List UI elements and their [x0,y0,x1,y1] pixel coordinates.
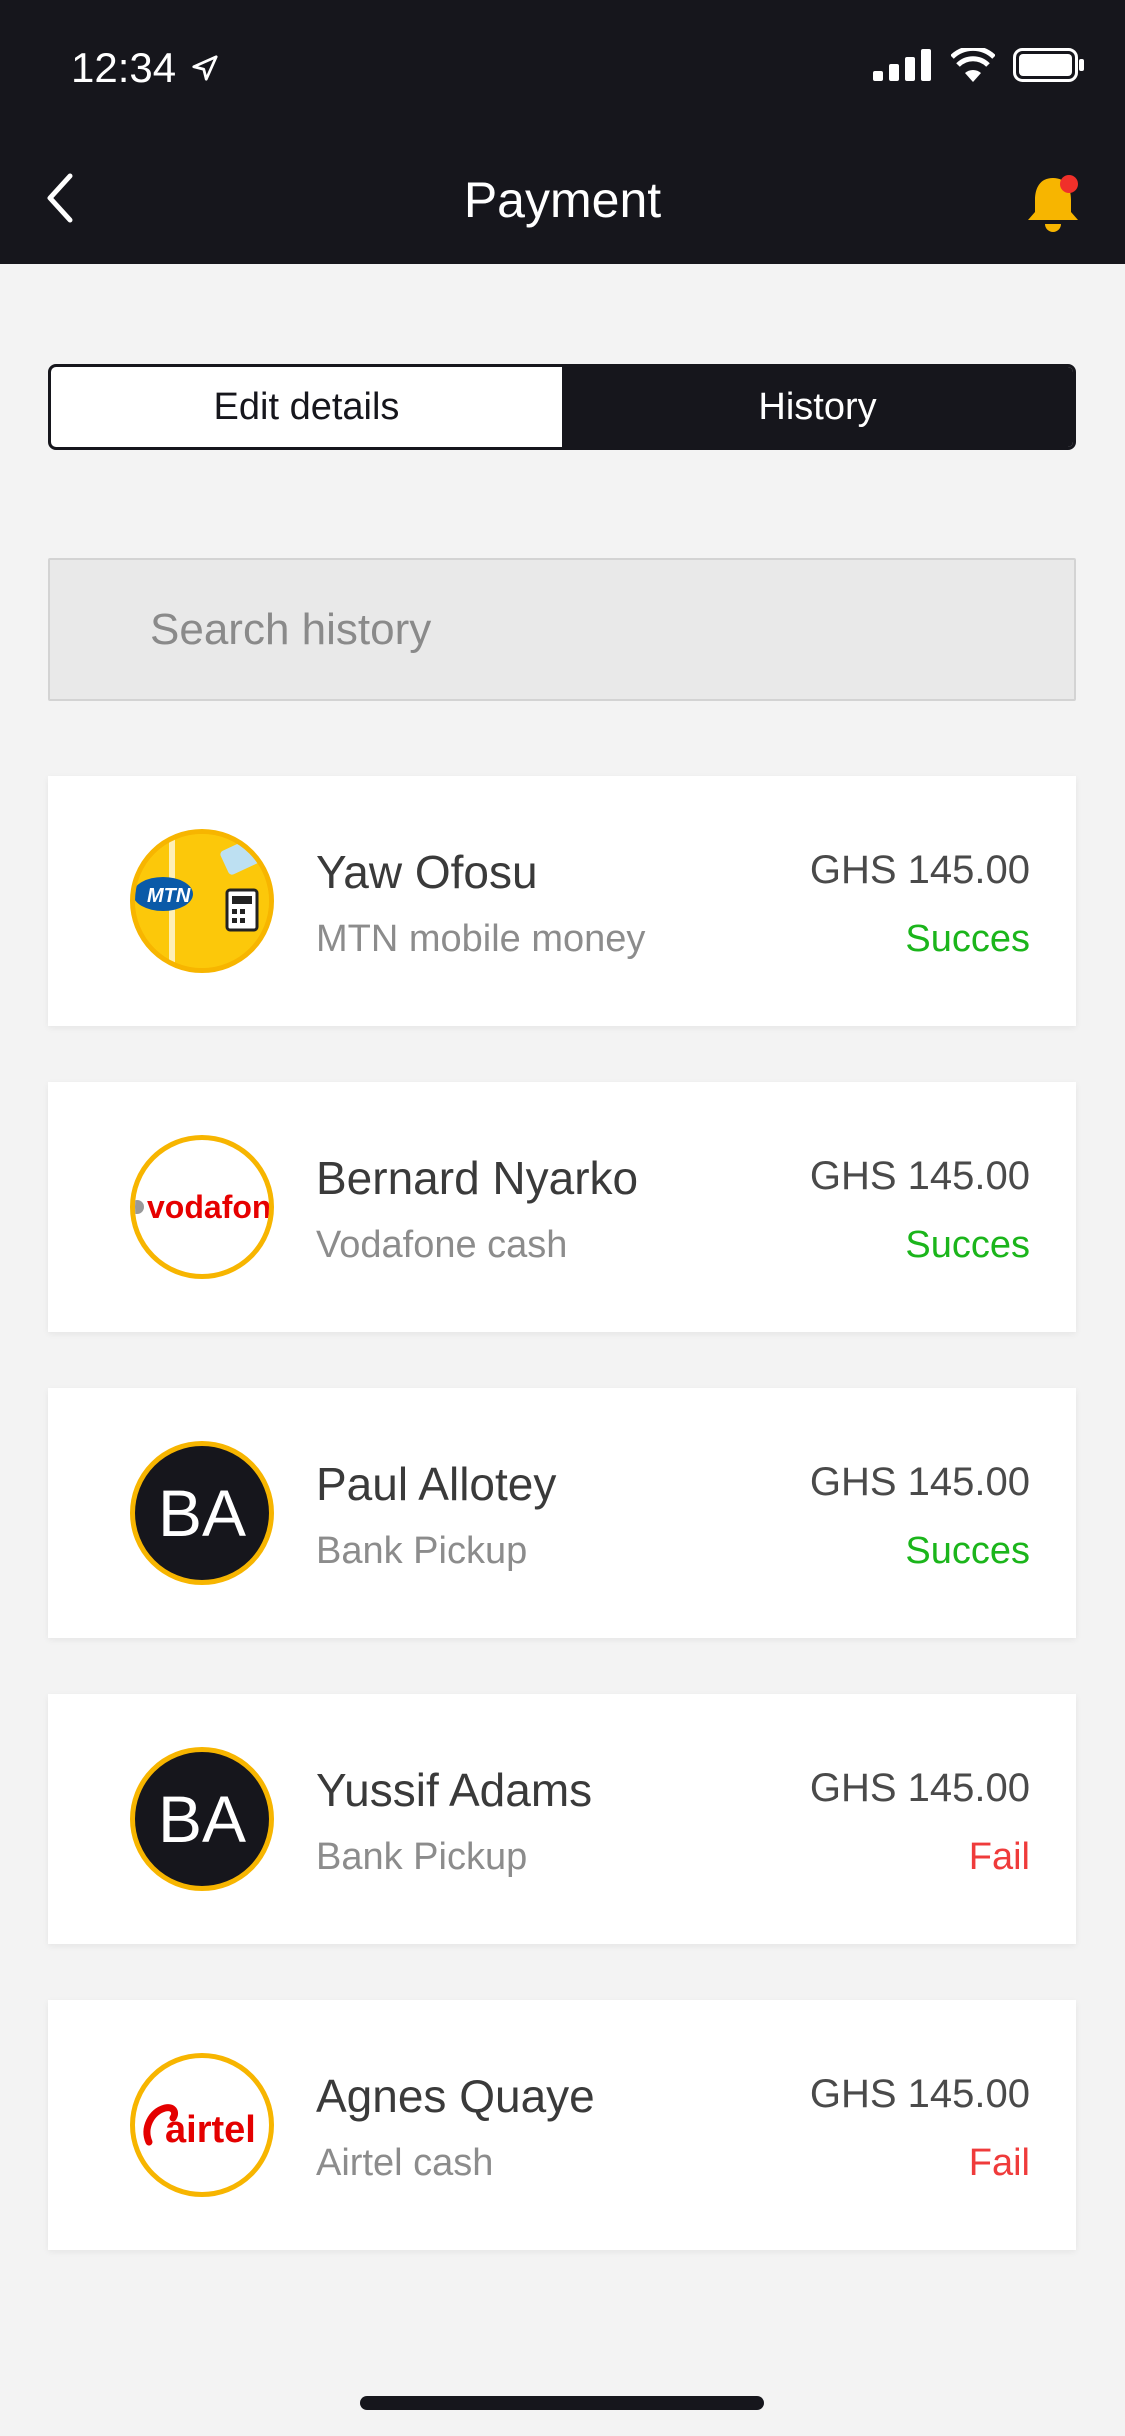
vodafone-logo-icon: vodafone [135,1189,269,1225]
payee-name: Agnes Quaye [316,2070,595,2122]
transaction-card[interactable]: BA Yussif Adams Bank Pickup GHS 145.00 F… [48,1694,1076,1944]
tab-switcher: Edit details History [48,364,1076,450]
payment-amount: GHS 145.00 [809,1766,1030,1810]
location-arrow-icon [192,55,218,81]
payment-method: Vodafone cash [316,1224,568,1266]
status-label: Succes [905,918,1030,960]
payee-name: Yaw Ofosu [316,846,538,898]
status-bar-time: 12:34 [71,44,220,92]
page-title: Payment [463,172,662,228]
payment-amount: GHS 145.00 [809,1460,1030,1504]
mtn-logo-icon: MTN [135,834,269,968]
payee-name: Bernard Nyarko [316,1152,639,1204]
tab-edit-details[interactable]: Edit details [51,367,562,447]
status-bar-icons [873,48,1085,82]
svg-text:vodafone: vodafone [147,1189,269,1225]
notification-dot [1060,175,1078,193]
status-label: Succes [905,1224,1030,1266]
transaction-card[interactable]: MTN Yaw Ofosu MTN mobile money GHS 145.0… [48,776,1076,1026]
home-indicator[interactable] [360,2396,764,2410]
status-label: Fail [968,1836,1030,1878]
search-box [48,558,1076,701]
clock-text: 12:34 [71,44,177,91]
mtn-logo-avatar: MTN [130,829,274,973]
svg-text:airtel: airtel [165,2109,256,2151]
status-label: Fail [968,2142,1030,2184]
search-input[interactable] [150,560,1030,699]
payment-method: Bank Pickup [316,1836,528,1878]
battery-icon [1013,48,1084,82]
wifi-icon [951,48,995,82]
transaction-card[interactable]: vodafone Bernard Nyarko Vodafone cash GH… [48,1082,1076,1332]
vodafone-logo-avatar: vodafone [130,1135,274,1279]
payment-amount: GHS 145.00 [809,848,1030,892]
transaction-card[interactable]: airtel Agnes Quaye Airtel cash GHS 145.0… [48,2000,1076,2250]
cellular-signal-icon [873,49,931,81]
payee-name: Yussif Adams [316,1764,593,1816]
payment-method: Bank Pickup [316,1530,528,1572]
payment-amount: GHS 145.00 [809,1154,1030,1198]
airtel-logo-icon: airtel [143,2104,256,2151]
notification-bell-icon[interactable] [1023,170,1083,234]
payment-method: MTN mobile money [316,918,646,960]
initials-avatar: BA [130,1441,274,1585]
initials-avatar: BA [130,1747,274,1891]
airtel-logo-avatar: airtel [130,2053,274,2197]
status-label: Succes [905,1530,1030,1572]
transaction-card[interactable]: BA Paul Allotey Bank Pickup GHS 145.00 S… [48,1388,1076,1638]
app-header: 12:34 Payment [0,0,1125,264]
payment-amount: GHS 145.00 [809,2072,1030,2116]
tab-history[interactable]: History [562,367,1073,447]
payment-method: Airtel cash [316,2142,494,2184]
svg-text:MTN: MTN [147,885,191,907]
payee-name: Paul Allotey [316,1458,557,1510]
